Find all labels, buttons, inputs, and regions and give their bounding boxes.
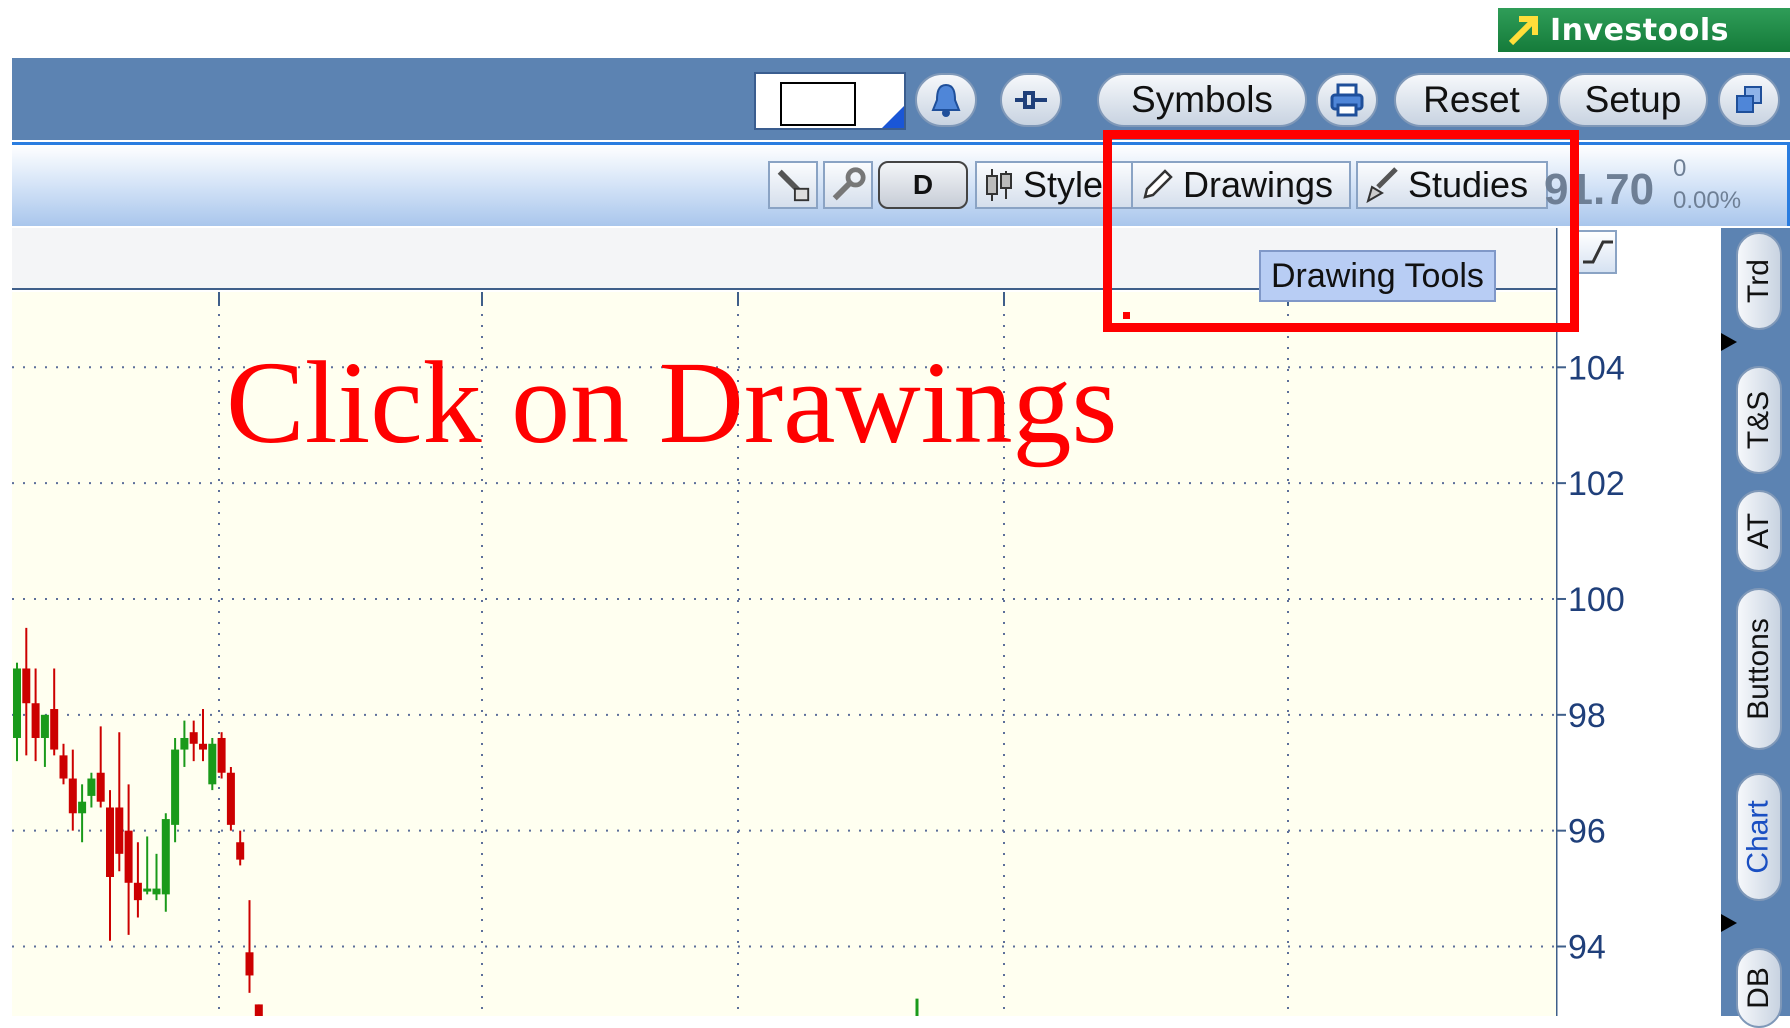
y-tick-label: 94 bbox=[1568, 928, 1606, 966]
y-tick-label: 96 bbox=[1568, 813, 1606, 851]
y-tick-label: 100 bbox=[1568, 581, 1625, 619]
tab-buttons[interactable]: Buttons bbox=[1736, 588, 1782, 750]
tab-db[interactable]: DB bbox=[1736, 948, 1782, 1028]
candle-body bbox=[199, 743, 207, 750]
main-toolbar: Symbols Reset Setup bbox=[12, 58, 1790, 140]
tools-icon bbox=[777, 169, 810, 202]
wrench-icon bbox=[832, 167, 866, 201]
price-change: 0 bbox=[1673, 155, 1687, 182]
expand-arrow-icon bbox=[1721, 333, 1737, 351]
brand-name: Investools bbox=[1550, 12, 1729, 48]
setup-button[interactable]: Setup bbox=[1558, 73, 1708, 127]
period-button[interactable]: D bbox=[878, 161, 968, 209]
tab-ts[interactable]: T&S bbox=[1736, 366, 1782, 474]
candle-body bbox=[152, 888, 161, 895]
candle-body bbox=[217, 737, 226, 773]
dropdown-corner-icon bbox=[882, 106, 904, 128]
scale-toggle-button[interactable] bbox=[1577, 230, 1617, 274]
plug-icon bbox=[1015, 91, 1047, 109]
price-change-percent: 0.00% bbox=[1673, 187, 1742, 214]
symbols-button[interactable]: Symbols bbox=[1097, 73, 1307, 127]
tab-chart[interactable]: Chart bbox=[1736, 773, 1782, 901]
candle-body bbox=[68, 778, 77, 814]
color-swatch bbox=[780, 82, 856, 126]
candle-body bbox=[31, 703, 40, 738]
candle-body bbox=[226, 772, 235, 825]
scale-icon bbox=[1583, 240, 1613, 264]
candle-body bbox=[254, 1004, 263, 1016]
side-tab-bar: Trd T&S AT Buttons Chart DB bbox=[1721, 228, 1790, 1028]
candle-body bbox=[124, 830, 133, 883]
highlight-box bbox=[1103, 130, 1579, 332]
link-button[interactable] bbox=[1000, 73, 1062, 127]
investools-logo[interactable]: Investools bbox=[1498, 8, 1790, 52]
restore-window-button[interactable] bbox=[1718, 73, 1780, 127]
arrow-up-right-icon bbox=[1498, 13, 1550, 47]
candle-body bbox=[236, 842, 245, 860]
candle-body bbox=[59, 755, 68, 779]
wrench-button[interactable] bbox=[823, 161, 873, 209]
alerts-button[interactable] bbox=[915, 73, 977, 127]
candle-body bbox=[115, 807, 124, 854]
expand-arrow-icon bbox=[1721, 914, 1737, 932]
candle-body bbox=[171, 749, 180, 825]
color-picker[interactable] bbox=[754, 72, 906, 130]
style-label: Style bbox=[1023, 164, 1104, 205]
y-tick-label: 98 bbox=[1568, 697, 1606, 735]
candle-body bbox=[143, 888, 152, 892]
bell-icon bbox=[931, 83, 961, 117]
tab-trd[interactable]: Trd bbox=[1736, 232, 1782, 330]
y-tick-label: 104 bbox=[1568, 349, 1625, 387]
candle-body bbox=[96, 772, 105, 802]
instruction-text: Click on Drawings bbox=[226, 337, 1118, 468]
candle-body bbox=[180, 737, 189, 750]
candle-body bbox=[245, 952, 254, 976]
reset-button[interactable]: Reset bbox=[1394, 73, 1549, 127]
price-axis: 104 102 100 98 96 94 bbox=[1556, 228, 1721, 1016]
printer-icon bbox=[1330, 83, 1364, 117]
tab-at[interactable]: AT bbox=[1736, 490, 1782, 572]
print-button[interactable] bbox=[1316, 73, 1378, 127]
candle-body bbox=[78, 801, 87, 814]
candle-body bbox=[208, 743, 217, 785]
candle-body bbox=[13, 668, 21, 738]
candlestick-icon bbox=[986, 169, 1012, 201]
candle-body bbox=[22, 668, 31, 704]
candle-body bbox=[50, 709, 59, 750]
candle-body bbox=[189, 732, 198, 744]
cursor-dot bbox=[1123, 312, 1130, 319]
candle-body bbox=[133, 882, 142, 901]
y-tick-label: 102 bbox=[1568, 465, 1625, 503]
windows-icon bbox=[1736, 86, 1762, 113]
chart-settings-button[interactable] bbox=[768, 161, 818, 209]
candle-body bbox=[106, 807, 114, 877]
candle-body bbox=[40, 714, 49, 738]
candle-body bbox=[161, 819, 170, 895]
candle-body bbox=[87, 778, 96, 796]
